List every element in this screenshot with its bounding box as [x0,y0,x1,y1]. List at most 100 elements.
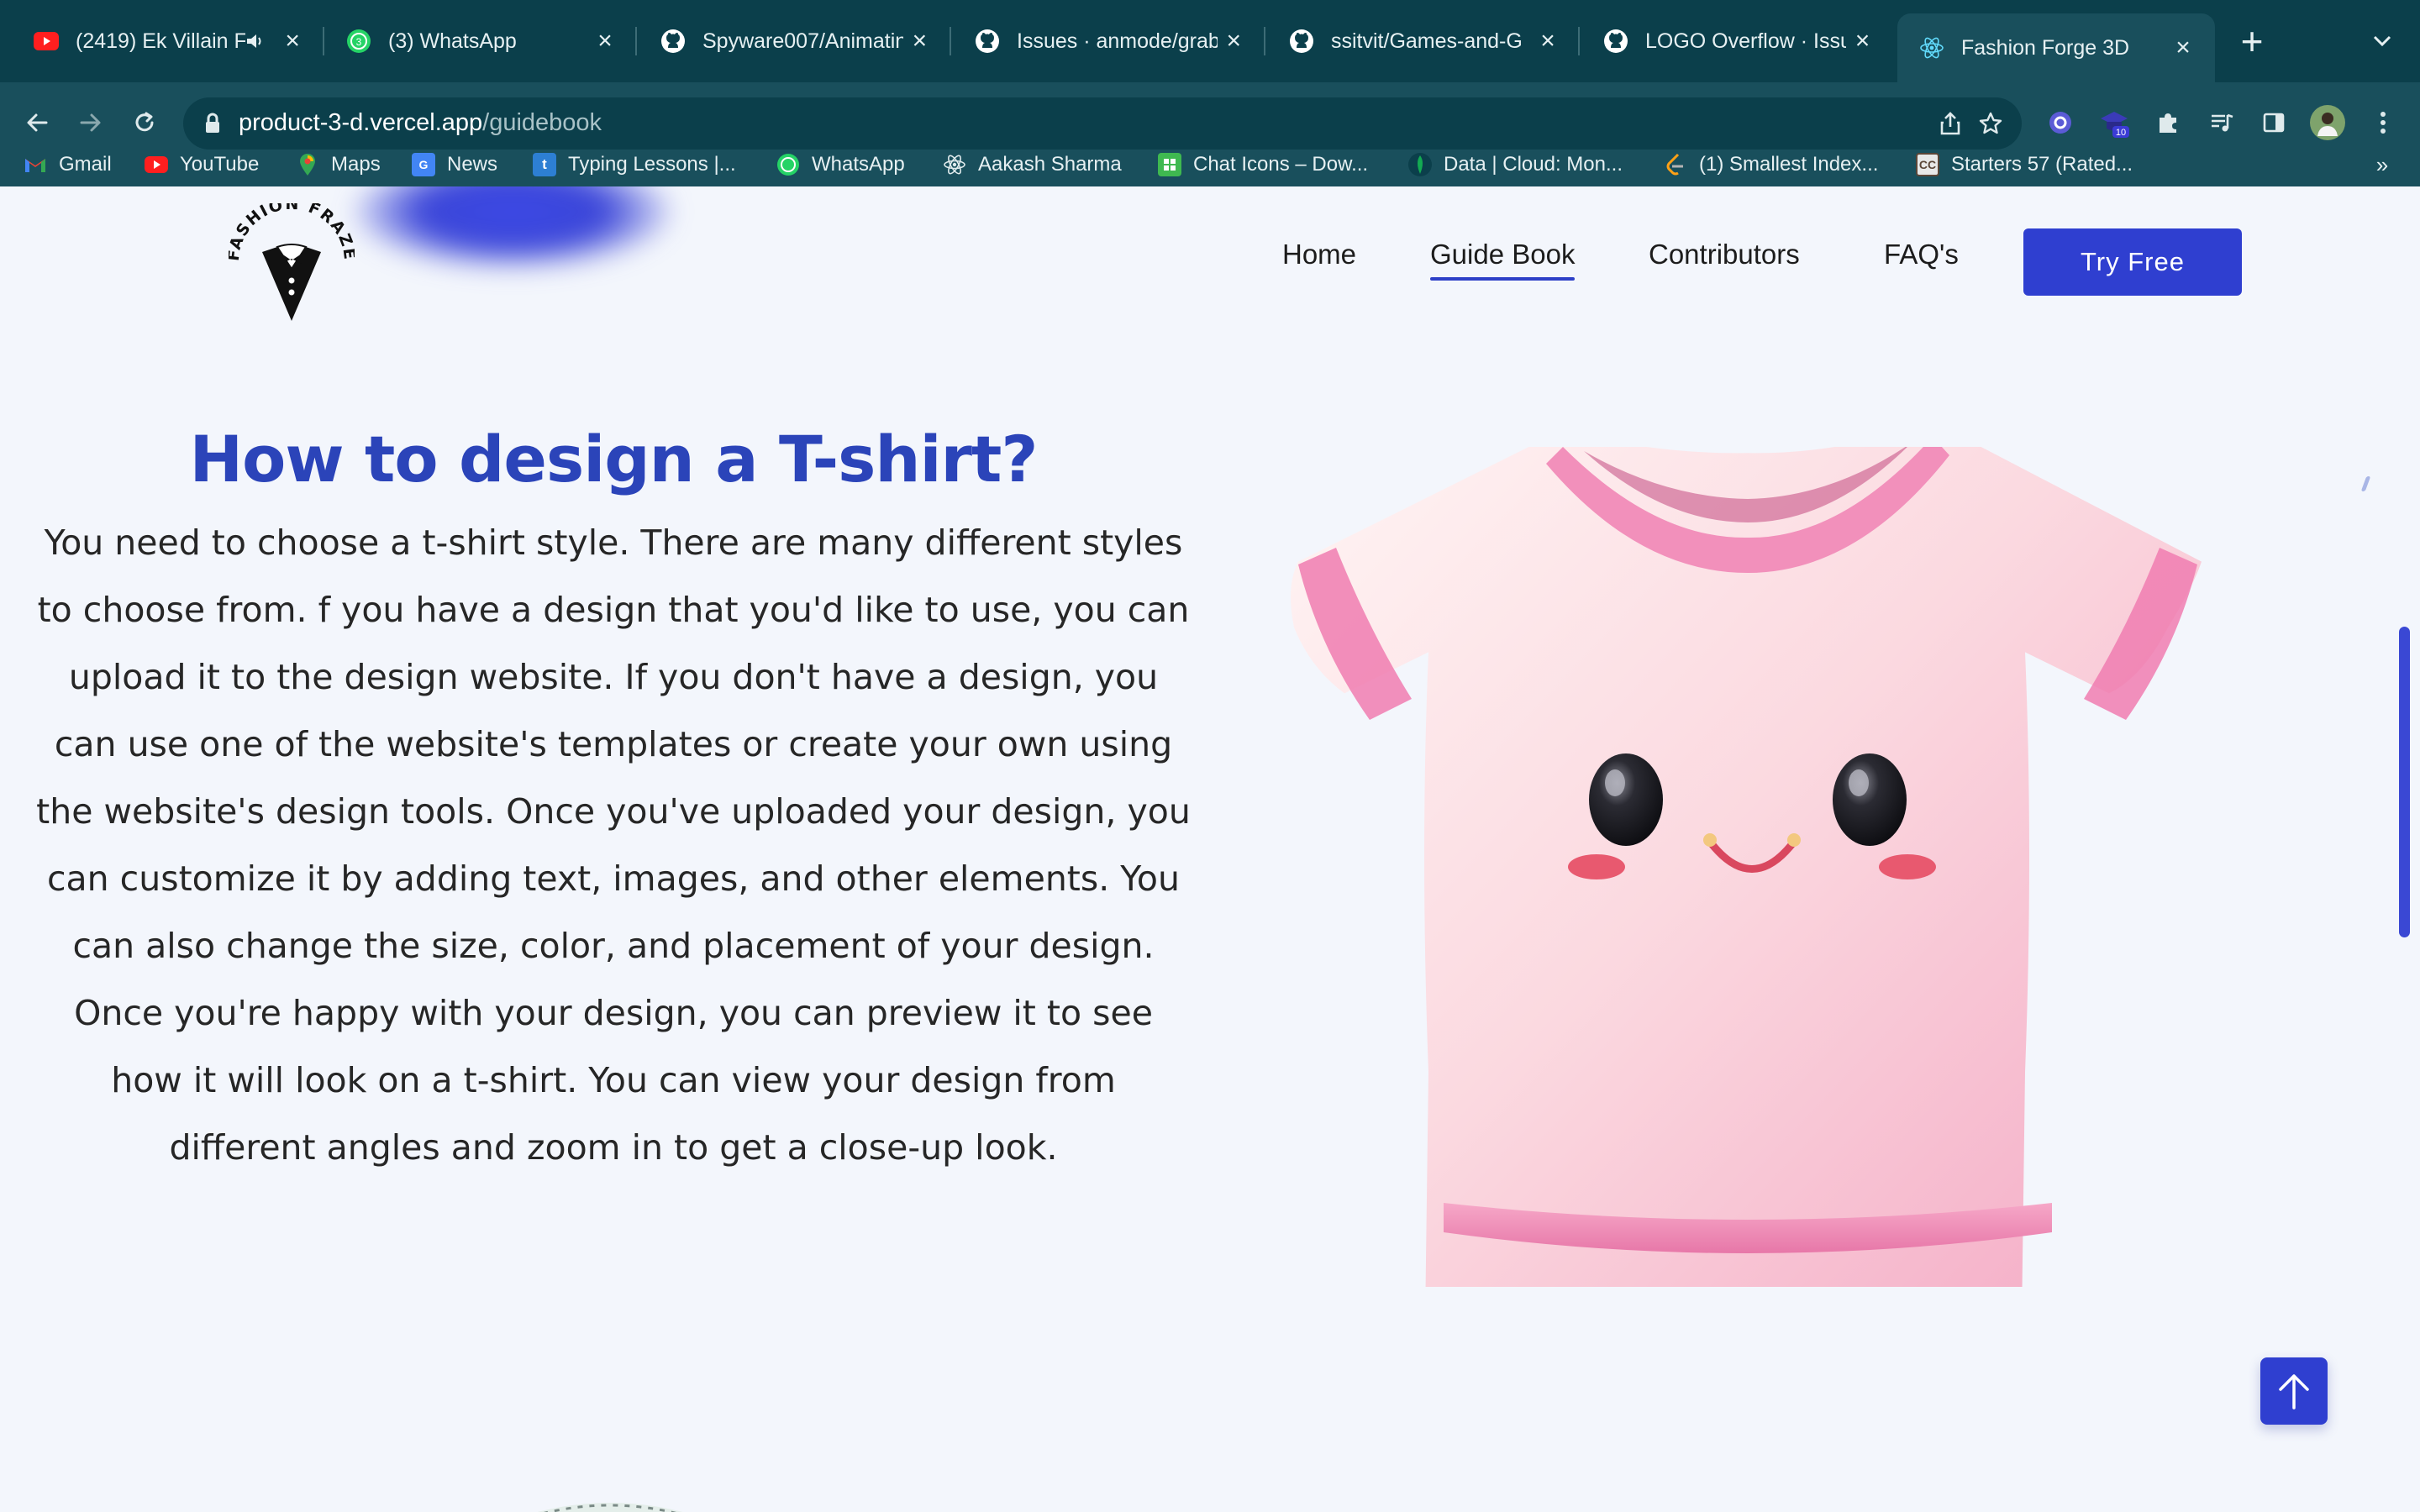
arrow-up-icon [2279,1374,2309,1410]
bookmark-gmail[interactable]: Gmail [24,143,112,186]
bookmarks-bar: Gmail YouTube Maps G News t Typing Lesso… [0,143,2420,186]
browser-tab[interactable]: ssitvit/Games-and-G × [1265,13,1580,69]
github-icon [1289,29,1314,54]
browser-tab[interactable]: Issues · anmode/grab × [951,13,1265,69]
browser-tab-strip: (2419) Ek Villain F × 3 (3) WhatsApp × S… [0,0,2420,82]
try-free-button[interactable]: Try Free [2023,228,2242,296]
bookmark-label: (1) Smallest Index... [1699,153,1879,176]
nav-faqs[interactable]: FAQ's [1884,239,1959,270]
github-icon [1603,29,1628,54]
bookmark-news[interactable]: G News [412,143,497,186]
bookmark-codechef[interactable]: CC Starters 57 (Rated... [1916,143,2133,186]
page-viewport: FASHION FRAZE Home Guide Book Contributo… [0,186,2420,1512]
media-queue-icon[interactable] [2198,99,2245,146]
whatsapp-icon: 3 [346,29,371,54]
decorative-blur-blob [353,186,672,270]
share-icon[interactable] [1936,109,1965,138]
bookmark-maps[interactable]: Maps [296,143,381,186]
scroll-to-top-button[interactable] [2260,1357,2328,1425]
profile-avatar[interactable] [2304,99,2351,146]
bookmark-leetcode[interactable]: (1) Smallest Index... [1664,143,1878,186]
bookmark-typing-lessons[interactable]: t Typing Lessons |... [533,143,736,186]
react-icon [943,153,966,176]
tab-search-chevron-icon[interactable] [2365,22,2399,60]
bookmark-label: WhatsApp [812,153,905,176]
news-icon: G [412,153,435,176]
extension-graduation-icon[interactable]: 10 [2091,99,2138,146]
typing-icon: t [533,153,556,176]
address-bar[interactable]: product-3-d.vercel.app/guidebook [183,97,2022,150]
new-tab-button[interactable]: + [2235,19,2269,63]
next-section-image-peek [537,1503,683,1512]
close-icon[interactable]: × [588,24,622,58]
lock-icon[interactable] [200,111,225,136]
bookmark-aakash-sharma[interactable]: Aakash Sharma [943,143,1122,186]
chat-icons-icon [1158,153,1181,176]
forward-arrow-icon[interactable] [67,99,114,146]
bookmark-label: Starters 57 (Rated... [1951,153,2133,176]
tab-title: ssitvit/Games-and-G [1331,29,1523,53]
whatsapp-icon [776,153,800,176]
leetcode-icon [1664,153,1687,176]
youtube-icon [34,29,59,54]
close-icon[interactable]: × [903,24,936,58]
tab-title: (2419) Ek Villain F [76,29,246,53]
nav-guide-book[interactable]: Guide Book [1430,239,1576,281]
youtube-icon [145,153,168,176]
bookmark-star-icon[interactable] [1976,109,2005,138]
tshirt-illustration [1291,447,2202,1287]
bookmark-whatsapp[interactable]: WhatsApp [776,143,905,186]
tab-title: LOGO Overflow · Issu [1645,29,1847,53]
bookmark-label: YouTube [180,153,260,176]
tab-title: Issues · anmode/grab [1017,29,1218,53]
browser-tab[interactable]: Spyware007/Animatin × [637,13,951,69]
gmail-icon [24,153,47,176]
guide-heading: How to design a T-shirt? [189,422,1039,496]
extension-badge: 10 [2116,128,2126,138]
close-icon[interactable]: × [276,24,309,58]
bookmark-label: Gmail [59,153,112,176]
extension-loop-icon[interactable] [2037,99,2084,146]
bookmark-label: Typing Lessons |... [568,153,736,176]
react-icon [1919,35,1944,60]
bookmark-label: Data | Cloud: Mon... [1444,153,1623,176]
fashion-fraze-logo[interactable]: FASHION FRAZE [229,203,355,328]
browser-tab[interactable]: 3 (3) WhatsApp × [324,13,637,69]
close-icon[interactable]: × [1218,24,1250,58]
tab-badge: 3 [356,36,362,48]
mongodb-icon [1408,153,1432,176]
github-icon [660,29,686,54]
bookmarks-overflow-button[interactable]: » [2370,143,2395,186]
bookmark-youtube[interactable]: YouTube [145,143,259,186]
side-panel-icon[interactable] [2250,99,2297,146]
url-path: /guidebook [482,109,602,136]
nav-contributors[interactable]: Contributors [1649,239,1800,270]
close-icon[interactable]: × [1531,24,1565,58]
back-arrow-icon[interactable] [13,99,60,146]
close-icon[interactable]: × [2166,31,2200,65]
reload-icon[interactable] [121,99,168,146]
browser-menu-kebab-icon[interactable] [2360,99,2407,146]
bookmark-label: Chat Icons – Dow... [1193,153,1369,176]
bookmark-label: News [447,153,498,176]
url-host: product-3-d.vercel.app [239,109,483,136]
browser-tab-active[interactable]: Fashion Forge 3D × [1897,13,2215,82]
speaker-icon[interactable] [245,32,271,50]
tab-title: Spyware007/Animatin [702,29,903,53]
tab-title: Fashion Forge 3D [1961,35,2130,60]
tab-title: (3) WhatsApp [388,29,517,53]
decorative-mark [2360,476,2371,491]
bookmark-mongodb[interactable]: Data | Cloud: Mon... [1408,143,1623,186]
close-icon[interactable]: × [1846,24,1879,58]
browser-tab[interactable]: (2419) Ek Villain F × [0,13,324,69]
maps-icon [296,153,319,176]
nav-home[interactable]: Home [1282,239,1356,270]
extensions-puzzle-icon[interactable] [2144,99,2191,146]
page-scrollbar-thumb[interactable] [2399,627,2410,937]
browser-tab[interactable]: LOGO Overflow · Issu × [1580,13,1894,69]
bookmark-chat-icons[interactable]: Chat Icons – Dow... [1158,143,1368,186]
bookmark-label: Aakash Sharma [978,153,1122,176]
codechef-icon: CC [1916,153,1939,176]
github-icon [975,29,1000,54]
url-text: product-3-d.vercel.app/guidebook [239,109,602,137]
